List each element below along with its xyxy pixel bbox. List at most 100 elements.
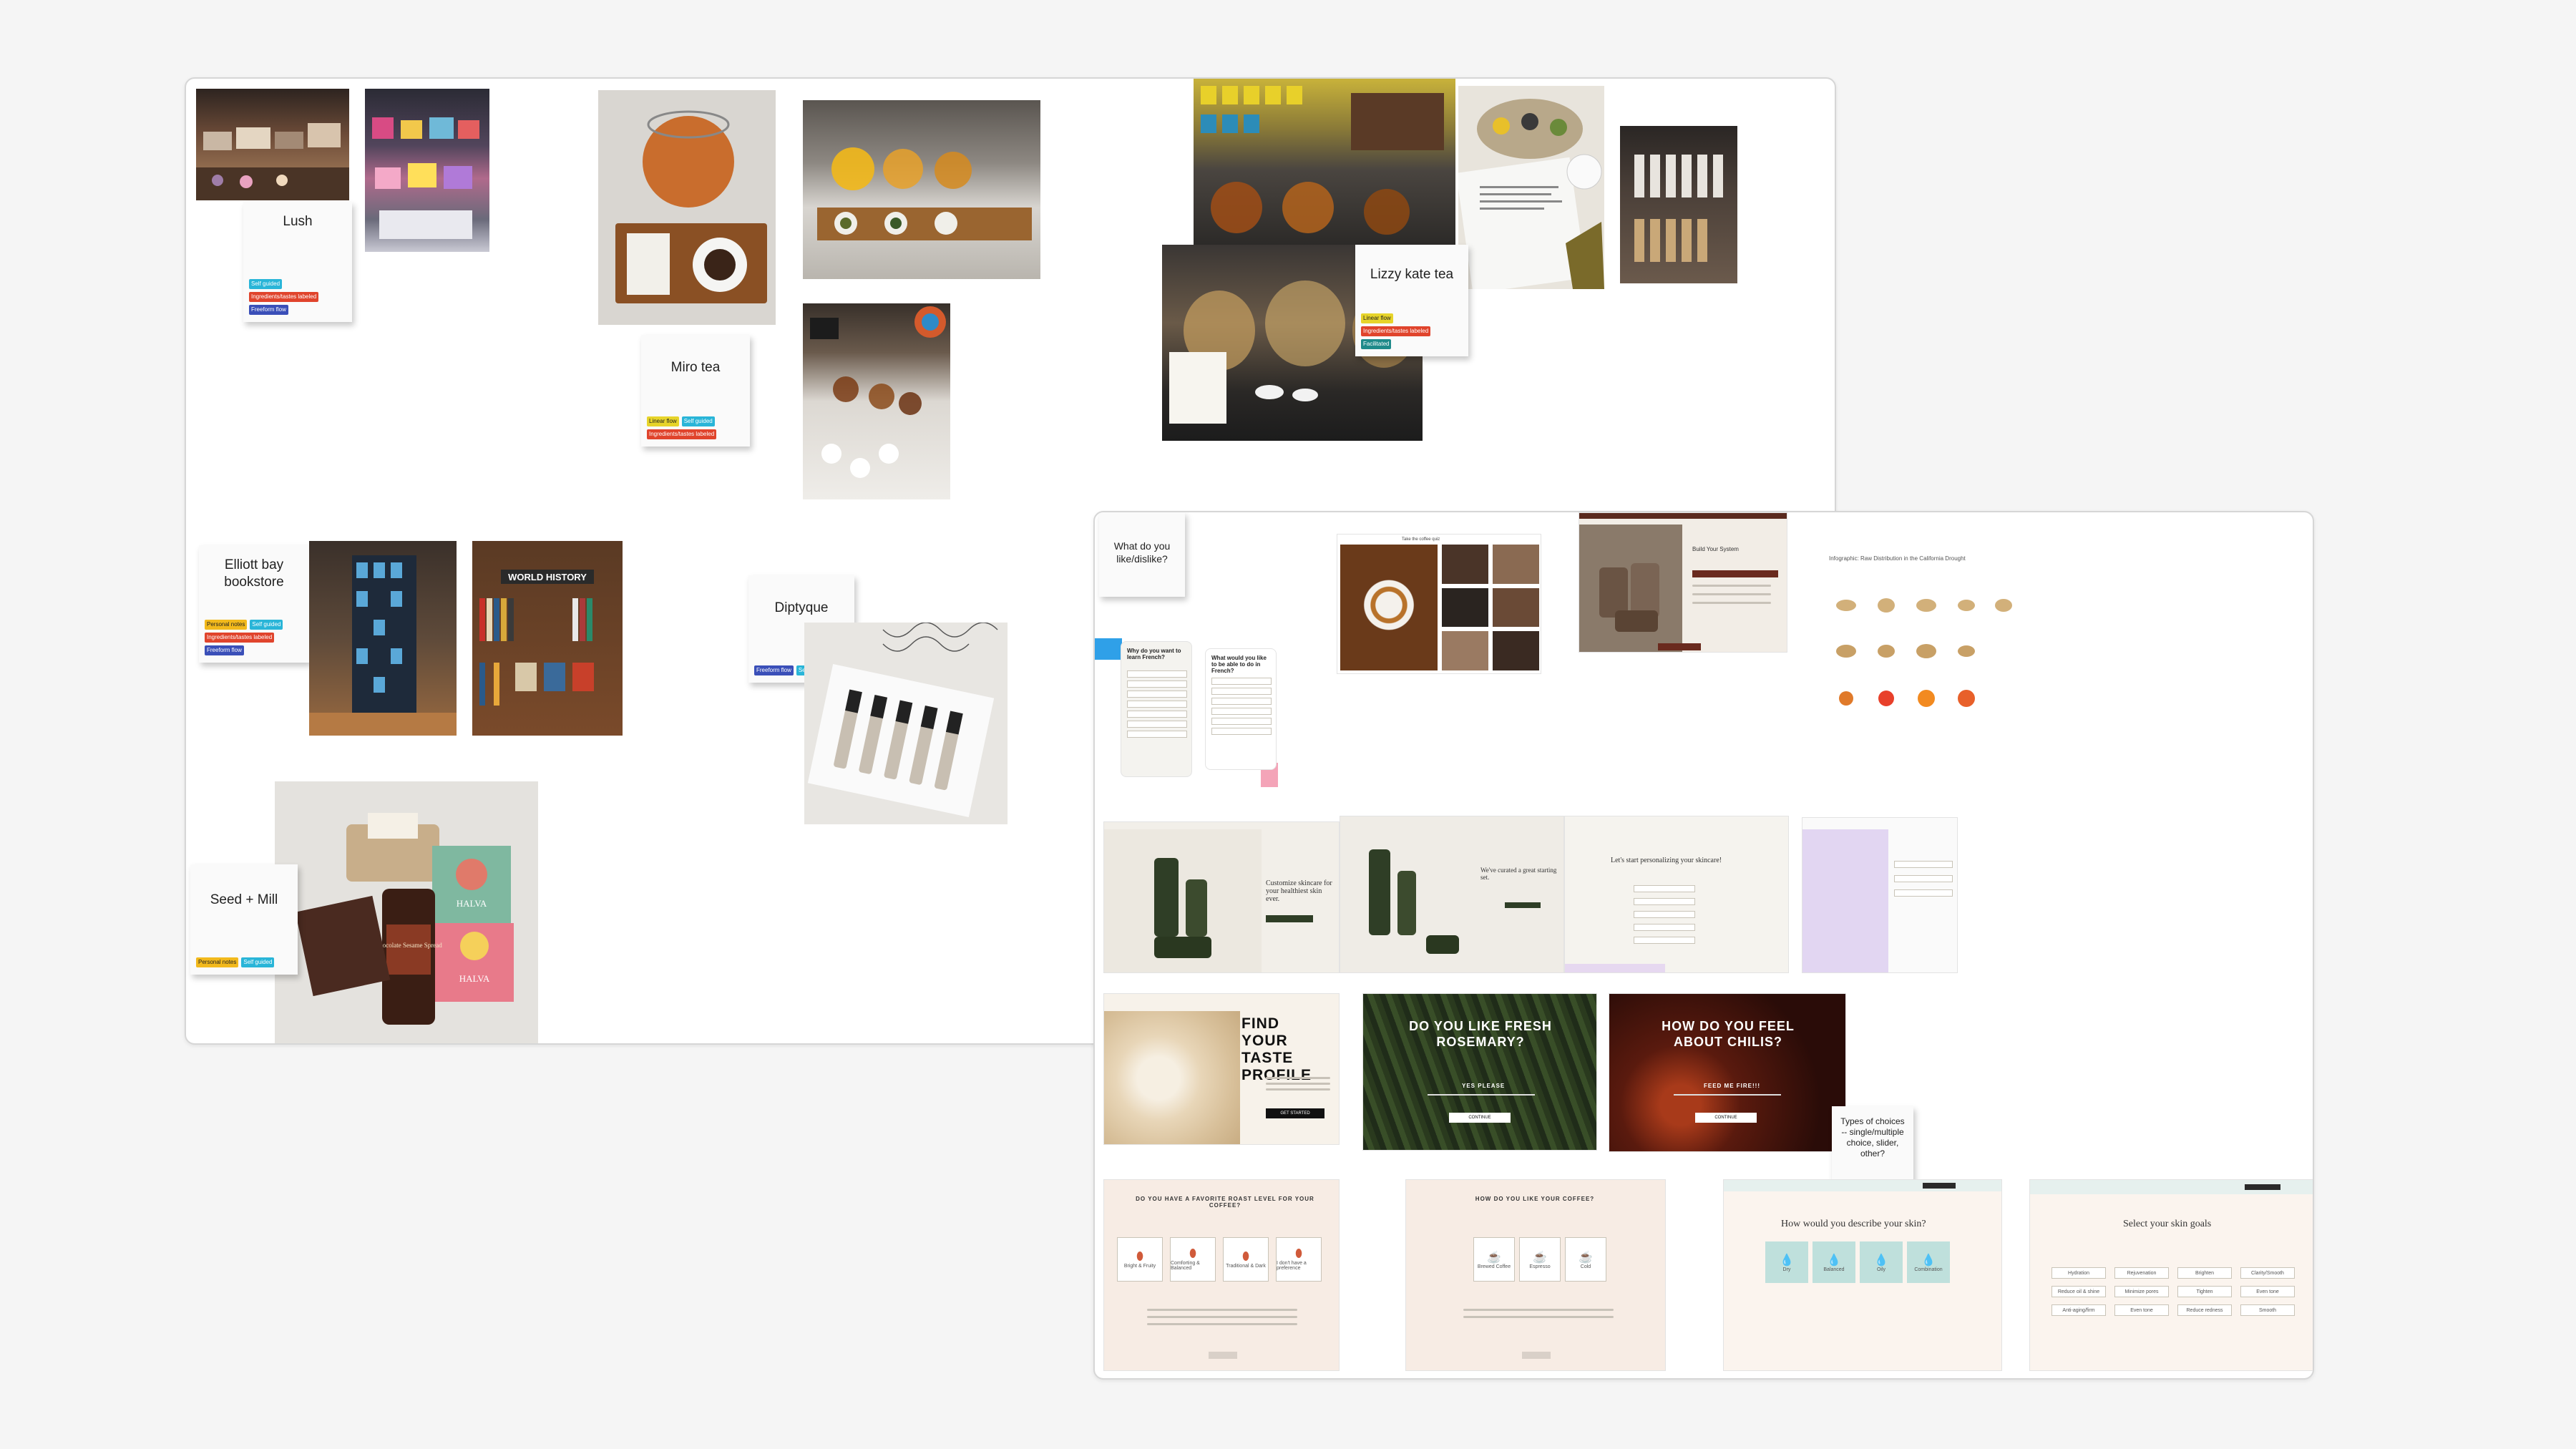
option[interactable] [1634, 898, 1695, 905]
option-label: Traditional & Dark [1226, 1263, 1266, 1269]
sticky-note-lizzy-kate-tea[interactable]: Lizzy kate tea Linear flow Ingredients/t… [1355, 245, 1468, 356]
option[interactable] [1127, 711, 1187, 718]
option[interactable] [1211, 708, 1272, 715]
screen-coffee-like[interactable]: HOW DO YOU LIKE YOUR COFFEE? ☕ Brewed Cof… [1405, 1179, 1666, 1371]
skin-goal-option[interactable]: Brighten [2177, 1267, 2232, 1279]
screen-skincare-recommend[interactable]: We've curated a great starting set. [1340, 816, 1564, 973]
sticky-note-types[interactable]: Types of choices -- single/multiple choi… [1832, 1106, 1913, 1185]
option[interactable] [1127, 670, 1187, 678]
screen-roast-level[interactable]: DO YOU HAVE A FAVORITE ROAST LEVEL FOR Y… [1103, 1179, 1340, 1371]
screen-find-taste-profile[interactable]: FIND YOUR TASTE PROFILE GET STARTED [1103, 993, 1340, 1145]
sticky-note-elliott-bay[interactable]: Elliott bay bookstore Personal notes Sel… [199, 545, 309, 663]
option[interactable] [1211, 728, 1272, 735]
skin-goal-option[interactable]: Tighten [2177, 1286, 2232, 1297]
option-line [1692, 602, 1771, 604]
screen-question-2[interactable]: What would you like to be able to do in … [1205, 648, 1277, 770]
option[interactable] [1634, 937, 1695, 944]
tag-freeform-flow: Freeform flow [754, 665, 794, 675]
rosemary-slider[interactable] [1428, 1094, 1535, 1096]
roast-option-2[interactable]: ⬮ Comforting & Balanced [1170, 1237, 1216, 1282]
tag-freeform-flow: Freeform flow [205, 645, 244, 655]
option[interactable] [1634, 885, 1695, 892]
get-started-button[interactable]: GET STARTED [1266, 1108, 1324, 1118]
sticky-title: What do you like/dislike? [1113, 540, 1171, 565]
add-button[interactable] [1505, 902, 1541, 908]
chilis-continue-button[interactable]: CONTINUE [1695, 1113, 1757, 1123]
infographic-icons [1836, 598, 2012, 707]
screen-skin-type[interactable]: How would you describe your skin? 💧 Dry 💧… [1723, 1179, 2002, 1371]
skin-option-2[interactable]: 💧 Balanced [1813, 1241, 1855, 1283]
screen-skincare-questions[interactable] [1802, 817, 1958, 973]
add-to-cart-button[interactable] [1658, 643, 1701, 650]
screen-skincare-customize[interactable]: Customize skincare for your healthiest s… [1103, 821, 1340, 973]
option[interactable] [1211, 688, 1272, 695]
skin-goal-option[interactable]: Hydration [2051, 1267, 2106, 1279]
primary-option[interactable] [1692, 570, 1778, 577]
option[interactable] [1127, 680, 1187, 688]
option[interactable] [1127, 701, 1187, 708]
screen-coffee-quiz[interactable]: Take the coffee quiz [1337, 534, 1541, 674]
option-label: I don't have a preference [1277, 1261, 1307, 1271]
skin-goal-option[interactable]: Clarity/Smooth [2240, 1267, 2295, 1279]
sticky-note-lush[interactable]: Lush Self guided Ingredients/tastes labe… [243, 202, 352, 322]
build-system-title: Build Your System [1692, 546, 1739, 552]
option[interactable] [1127, 731, 1187, 738]
option[interactable] [1894, 861, 1953, 868]
screen-rosemary-question[interactable]: DO YOU LIKE FRESH ROSEMARY? YES PLEASE C… [1362, 993, 1597, 1151]
skin-goal-option[interactable]: Smooth [2240, 1304, 2295, 1316]
option[interactable] [1211, 678, 1272, 685]
screen-build-system[interactable]: Build Your System [1579, 512, 1787, 653]
skin-option-1[interactable]: 💧 Dry [1765, 1241, 1808, 1283]
option[interactable] [1211, 718, 1272, 725]
moodboard-frame-digital[interactable]: What do you like/dislike? Why do you wan… [1093, 511, 2314, 1380]
infographic-title: Infographic: Raw Distribution in the Cal… [1829, 555, 1966, 562]
coffee-option-2[interactable]: ☕ Espresso [1519, 1237, 1561, 1282]
option[interactable] [1211, 698, 1272, 705]
skin-goals-grid: Hydration Rejuvenation Brighten Clarity/Smo… [2051, 1267, 2295, 1316]
screen-skin-goals[interactable]: Select your skin goals Hydration Rejuvena… [2029, 1179, 2313, 1371]
screen-question-1[interactable]: Why do you want to learn French? [1121, 641, 1192, 777]
next-button[interactable] [1209, 1352, 1237, 1359]
start-button[interactable] [1266, 915, 1313, 922]
option-label: Bright & Fruity [1123, 1263, 1156, 1269]
coffee-option-1[interactable]: ☕ Brewed Coffee [1473, 1237, 1515, 1282]
skin-goal-option[interactable]: Anti-aging/firm [2051, 1304, 2106, 1316]
skin-goal-option[interactable]: Reduce redness [2177, 1304, 2232, 1316]
tag-linear-flow: Linear flow [1361, 313, 1393, 323]
option[interactable] [1634, 911, 1695, 918]
skin-goal-option[interactable]: Even tone [2240, 1286, 2295, 1297]
chilis-slider[interactable] [1674, 1094, 1781, 1096]
nav-cta[interactable] [1923, 1183, 1956, 1189]
tag-self-guided: Self guided [250, 620, 283, 630]
option[interactable] [1634, 924, 1695, 931]
roast-option-4[interactable]: ⬮ I don't have a preference [1276, 1237, 1322, 1282]
miro-tea-photo-1 [598, 90, 776, 325]
body-line [1147, 1309, 1297, 1311]
screen-chilis-question[interactable]: HOW DO YOU FEEL ABOUT CHILIS? FEED ME FI… [1609, 993, 1846, 1152]
option-line [1692, 585, 1771, 587]
roast-option-1[interactable]: ⬮ Bright & Fruity [1117, 1237, 1163, 1282]
body-line [1463, 1316, 1614, 1318]
option[interactable] [1127, 691, 1187, 698]
skin-option-4[interactable]: 💧 Combination [1907, 1241, 1950, 1283]
skin-goal-option[interactable]: Even tone [2114, 1304, 2169, 1316]
sticky-note-seed-mill[interactable]: Seed + Mill Personal notes Self guided [190, 864, 298, 975]
option[interactable] [1894, 875, 1953, 882]
skin-option-3[interactable]: 💧 Oily [1860, 1241, 1903, 1283]
option[interactable] [1894, 889, 1953, 897]
roast-option-3[interactable]: ⬮ Traditional & Dark [1223, 1237, 1269, 1282]
rosemary-continue-button[interactable]: CONTINUE [1449, 1113, 1511, 1123]
screen-skincare-start[interactable]: Let's start personalizing your skincare! [1564, 816, 1789, 973]
tag-personal-notes: Personal notes [196, 957, 239, 967]
next-button[interactable] [1522, 1352, 1551, 1359]
skin-goal-option[interactable]: Rejuvenation [2114, 1267, 2169, 1279]
option[interactable] [1127, 721, 1187, 728]
skin-goal-option[interactable]: Reduce oil & shine [2051, 1286, 2106, 1297]
coffee-option-3[interactable]: ☕ Cold [1565, 1237, 1606, 1282]
skin-goal-option[interactable]: Minimize pores [2114, 1286, 2169, 1297]
sticky-note-question[interactable]: What do you like/dislike? [1099, 512, 1185, 597]
nav-cta[interactable] [2245, 1184, 2280, 1190]
tag-freeform-flow: Freeform flow [249, 305, 288, 315]
seed-mill-photo: HALVA HALVA Chocolate Sesame Spread [275, 781, 538, 1043]
sticky-note-miro-tea[interactable]: Miro tea Linear flow Self guided Ingredi… [641, 335, 750, 447]
